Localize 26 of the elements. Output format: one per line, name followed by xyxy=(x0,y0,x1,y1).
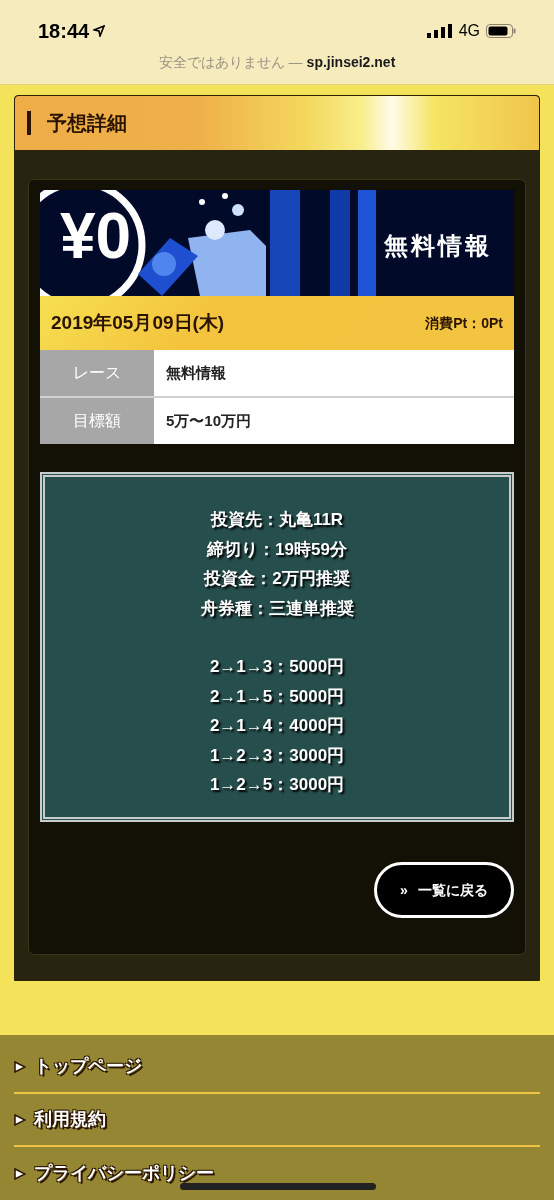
forecast-date: 2019年05月09日(木) xyxy=(51,310,225,335)
clock-time: 18:44 xyxy=(38,19,90,44)
footer-link[interactable]: プライバシーポリシー xyxy=(14,1147,540,1200)
row-value: 無料情報 xyxy=(154,350,514,397)
bet-line: 2→1→4：4000円 xyxy=(209,715,345,738)
security-warning: 安全ではありません — xyxy=(158,53,303,72)
points-cost: 消費Pt：0Pt xyxy=(425,313,503,333)
row-label: レース xyxy=(40,350,154,397)
bet-line: 2→1→5：5000円 xyxy=(209,685,345,708)
page-domain[interactable]: sp.jinsei2.net xyxy=(306,52,396,73)
panel-title: 予想詳細 xyxy=(47,111,127,137)
row-value: 5万〜10万円 xyxy=(154,398,514,445)
footer-link[interactable]: 利用規約 xyxy=(14,1094,540,1147)
banner-price: ¥0 xyxy=(60,204,132,269)
forecast-detail: 締切り：19時59分 xyxy=(207,538,347,561)
footer-link[interactable]: トップページ xyxy=(14,1041,540,1094)
network-type: 4G xyxy=(458,21,480,41)
forecast-detail: 舟券種：三連単推奨 xyxy=(200,597,354,620)
bet-line: 2→1→3：5000円 xyxy=(209,656,345,679)
bet-line: 1→2→5：3000円 xyxy=(209,774,345,797)
row-label: 目標額 xyxy=(40,398,154,445)
back-to-list-button[interactable]: » 一覧に戻る xyxy=(374,862,514,919)
forecast-detail: 投資先：丸亀11R xyxy=(210,509,344,532)
bet-line: 1→2→3：3000円 xyxy=(209,744,345,767)
banner-title: 無料情報 xyxy=(384,231,492,262)
forecast-detail: 投資金：2万円推奨 xyxy=(204,568,350,591)
